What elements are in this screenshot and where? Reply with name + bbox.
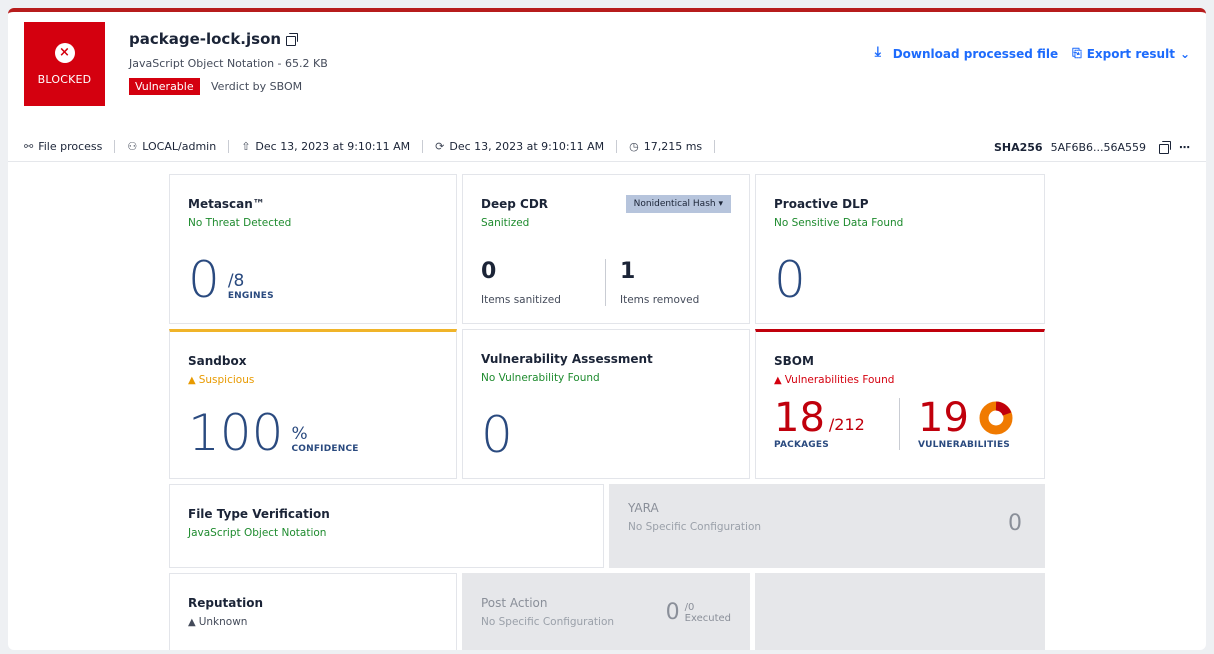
sbom-status-text: Vulnerabilities Found [784, 374, 895, 386]
sandbox-sub: CONFIDENCE [291, 444, 359, 454]
metascan-value: 0 [188, 251, 220, 309]
card-status: JavaScript Object Notation [188, 527, 327, 539]
severity-donut-icon [979, 401, 1013, 435]
post-action-value: 0 [665, 600, 680, 625]
file-process-label: File process [38, 140, 103, 153]
export-icon: ⎘ [1072, 46, 1082, 60]
packages-label: PACKAGES [774, 440, 829, 450]
export-label: Export result [1086, 46, 1175, 61]
card-status: No Vulnerability Found [481, 372, 600, 384]
file-name-text: package-lock.json [129, 30, 282, 48]
warning-icon: ▲ [188, 375, 196, 386]
more-options-icon[interactable]: ⋯ [1179, 141, 1190, 154]
download-processed-file-button[interactable]: Download processed file [875, 44, 1059, 61]
refresh-icon: ⟳ [435, 140, 445, 153]
file-meta-bar: ⚯ File process ⚇ LOCAL/admin ⇧ Dec 13, 2… [8, 132, 1206, 162]
process-icon: ⚯ [24, 140, 34, 153]
card-status: No Threat Detected [188, 217, 292, 229]
vulnerability-assessment-card[interactable]: Vulnerability Assessment No Vulnerabilit… [462, 329, 750, 479]
sha-value: 5AF6B6...56A559 [1050, 140, 1146, 154]
verdict-label: BLOCKED [37, 72, 92, 86]
card-status: ▲ Unknown [188, 616, 438, 628]
sanitized-label: Items sanitized [481, 294, 561, 306]
uploaded-time: Dec 13, 2023 at 9:10:11 AM [255, 140, 411, 153]
card-title: SBOM [774, 354, 814, 368]
card-status: No Sensitive Data Found [774, 217, 904, 229]
metascan-card[interactable]: Metascan™ No Threat Detected 0 /8 ENGINE… [169, 174, 457, 324]
packages-value: 18 [774, 395, 825, 441]
card-title: File Type Verification [188, 507, 330, 521]
verdict-by: Verdict by SBOM [211, 80, 303, 93]
download-label: Download processed file [892, 46, 1059, 61]
reputation-status-text: Unknown [198, 616, 248, 628]
sha-label: SHA256 [993, 140, 1043, 154]
user-icon: ⚇ [127, 140, 138, 153]
card-title: Metascan™ [188, 197, 265, 211]
card-status: Sanitized [481, 217, 530, 229]
dlp-card[interactable]: Proactive DLP No Sensitive Data Found 0 [755, 174, 1045, 324]
header-actions: Download processed file ⎘ Export result … [875, 44, 1190, 61]
post-action-card[interactable]: Post Action No Specific Configuration 0 … [462, 573, 750, 650]
post-action-sub: Executed [684, 612, 731, 624]
sandbox-card[interactable]: Sandbox ▲ Suspicious 100 % CONFIDENCE [169, 329, 457, 479]
reputation-card[interactable]: Reputation ▲ Unknown [169, 573, 457, 650]
packages-total: /212 [828, 415, 865, 434]
metascan-total: /8 [227, 271, 245, 291]
file-process-link[interactable]: ⚯ File process [8, 140, 116, 153]
metascan-sub: ENGINES [227, 291, 274, 301]
dlp-value: 0 [774, 251, 806, 309]
download-icon [875, 44, 888, 60]
vulnerabilities-value: 19 [918, 395, 969, 441]
file-type-verification-card[interactable]: File Type Verification JavaScript Object… [169, 484, 604, 568]
card-title: Sandbox [188, 354, 247, 368]
status-badge: Vulnerable [129, 78, 200, 95]
card-title: Proactive DLP [774, 197, 869, 211]
user-label: LOCAL/admin [142, 140, 217, 153]
vulnerabilities-label: VULNERABILITIES [918, 440, 1010, 450]
chevron-down-icon: ⌄ [1179, 46, 1190, 61]
upload-icon: ⇧ [241, 140, 251, 153]
warning-icon: ▲ [774, 375, 782, 386]
caret-down-icon: ▾ [718, 199, 723, 209]
processed-time: Dec 13, 2023 at 9:10:11 AM [449, 140, 605, 153]
yara-card[interactable]: YARA No Specific Configuration 0 [609, 484, 1045, 568]
copy-icon[interactable] [286, 33, 299, 46]
sandbox-value: 100 [188, 404, 284, 462]
duration-value: 17,215 ms [643, 140, 703, 153]
user-item: ⚇ LOCAL/admin [115, 140, 230, 153]
vuln-value: 0 [481, 406, 513, 464]
clock-icon: ◷ [629, 140, 639, 153]
sha-item: SHA256 5AF6B6...56A559 ⋯ [994, 132, 1190, 162]
copy-sha-icon[interactable] [1159, 141, 1171, 154]
card-status: ▲ Vulnerabilities Found [774, 374, 1026, 386]
hash-dropdown[interactable]: Nonidentical Hash ▾ [625, 195, 731, 213]
empty-card [755, 573, 1045, 650]
yara-value: 0 [1008, 511, 1022, 536]
sandbox-unit: % [291, 424, 308, 444]
verdict-blocked-box: × BLOCKED [24, 22, 105, 106]
deep-cdr-card[interactable]: Deep CDR Sanitized Nonidentical Hash ▾ 0… [462, 174, 750, 324]
card-title: YARA [628, 501, 659, 515]
card-status: ▲ Suspicious [188, 374, 438, 386]
card-title: Vulnerability Assessment [481, 352, 653, 366]
card-status: No Specific Configuration [628, 521, 762, 533]
sandbox-status-text: Suspicious [198, 374, 255, 386]
removed-label: Items removed [620, 294, 700, 306]
close-circle-icon: × [54, 42, 75, 63]
file-name: package-lock.json [129, 30, 299, 48]
export-result-button[interactable]: ⎘ Export result ⌄ [1072, 46, 1190, 61]
sanitized-value: 0 [481, 259, 497, 284]
uploaded-item: ⇧ Dec 13, 2023 at 9:10:11 AM [229, 140, 424, 153]
processed-item: ⟳ Dec 13, 2023 at 9:10:11 AM [423, 140, 618, 153]
post-action-total: /0 [684, 601, 695, 613]
hash-dropdown-label: Nonidentical Hash [633, 199, 716, 209]
file-meta: JavaScript Object Notation - 65.2 KB [129, 57, 328, 70]
sbom-card[interactable]: SBOM ▲ Vulnerabilities Found 18 /212 PACK… [755, 329, 1045, 479]
card-title: Reputation [188, 596, 263, 610]
result-panel: × BLOCKED package-lock.json JavaScript O… [8, 8, 1206, 650]
duration-item: ◷ 17,215 ms [617, 140, 716, 153]
warning-icon: ▲ [188, 617, 196, 628]
removed-value: 1 [620, 259, 636, 284]
